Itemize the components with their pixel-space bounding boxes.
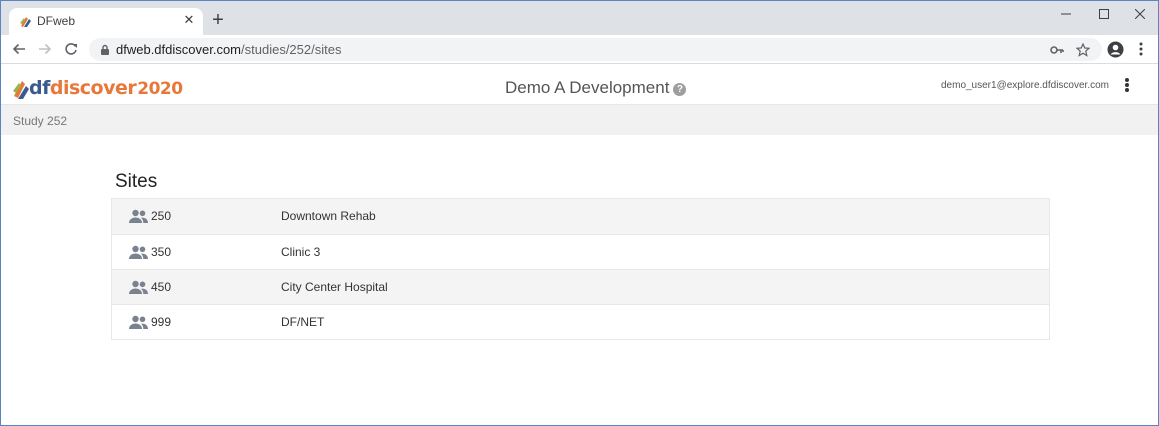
dfweb-favicon-icon (20, 17, 31, 27)
tab-title: DFweb (37, 14, 76, 28)
breadcrumb: Study 252 (1, 105, 1158, 135)
forward-icon[interactable] (35, 39, 55, 59)
tab-close-icon[interactable]: ✕ (181, 12, 197, 28)
users-icon (129, 209, 148, 223)
logo-df-text: df (29, 77, 50, 99)
url-text: dfweb.dfdiscover.com/studies/252/sites (116, 42, 341, 57)
page-title: Demo A Development? (505, 78, 687, 98)
profile-avatar-icon[interactable] (1105, 39, 1125, 59)
back-icon[interactable] (9, 39, 29, 59)
app-header: dfdiscover2020 Demo A Development? demo_… (1, 65, 1158, 105)
maximize-icon[interactable] (1085, 1, 1123, 27)
minimize-icon[interactable] (1047, 1, 1085, 27)
browser-menu-icon[interactable] (1131, 39, 1151, 59)
logo-discover-text: discover (49, 77, 137, 99)
site-id: 350 (151, 245, 172, 259)
users-icon (129, 315, 148, 329)
more-options-icon[interactable] (1122, 76, 1132, 94)
users-icon (129, 245, 148, 259)
browser-window: DFweb ✕ + dfweb.dfdiscover.com/studies/2… (0, 0, 1159, 426)
site-id: 250 (151, 209, 172, 223)
site-row[interactable]: 350 Clinic 3 (112, 234, 1049, 269)
url-path: /studies/252/sites (241, 42, 342, 57)
site-row[interactable]: 450 City Center Hospital (112, 269, 1049, 304)
browser-tab[interactable]: DFweb ✕ (9, 8, 203, 35)
site-name: Clinic 3 (281, 245, 321, 259)
close-window-icon[interactable] (1121, 1, 1158, 27)
key-icon[interactable] (1048, 41, 1066, 59)
site-row[interactable]: 999 DF/NET (112, 304, 1049, 339)
bookmark-star-icon[interactable] (1074, 41, 1092, 59)
tab-strip: DFweb ✕ + (1, 1, 1158, 35)
dfdiscover-logo[interactable]: dfdiscover2020 (13, 72, 183, 100)
site-list: 250 Downtown Rehab 350 Clinic 3 450 City… (111, 198, 1050, 340)
site-name: DF/NET (281, 315, 325, 329)
logo-year-text: 2020 (137, 79, 183, 99)
browser-toolbar: dfweb.dfdiscover.com/studies/252/sites (1, 35, 1158, 64)
breadcrumb-study-link[interactable]: Study 252 (13, 114, 67, 128)
site-id: 450 (151, 280, 172, 294)
study-title-text: Demo A Development (505, 78, 670, 97)
site-id: 999 (151, 315, 172, 329)
new-tab-icon[interactable]: + (210, 10, 226, 30)
user-email[interactable]: demo_user1@explore.dfdiscover.com (941, 80, 1109, 91)
lock-icon (101, 44, 109, 55)
site-name: City Center Hospital (281, 280, 388, 294)
users-icon (129, 280, 148, 294)
site-row[interactable]: 250 Downtown Rehab (112, 199, 1049, 234)
reload-icon[interactable] (61, 39, 81, 59)
address-bar[interactable]: dfweb.dfdiscover.com/studies/252/sites (89, 38, 1102, 61)
url-host: dfweb.dfdiscover.com (116, 42, 242, 57)
site-name: Downtown Rehab (281, 209, 376, 223)
help-icon[interactable]: ? (673, 83, 687, 96)
sites-heading: Sites (115, 171, 158, 192)
